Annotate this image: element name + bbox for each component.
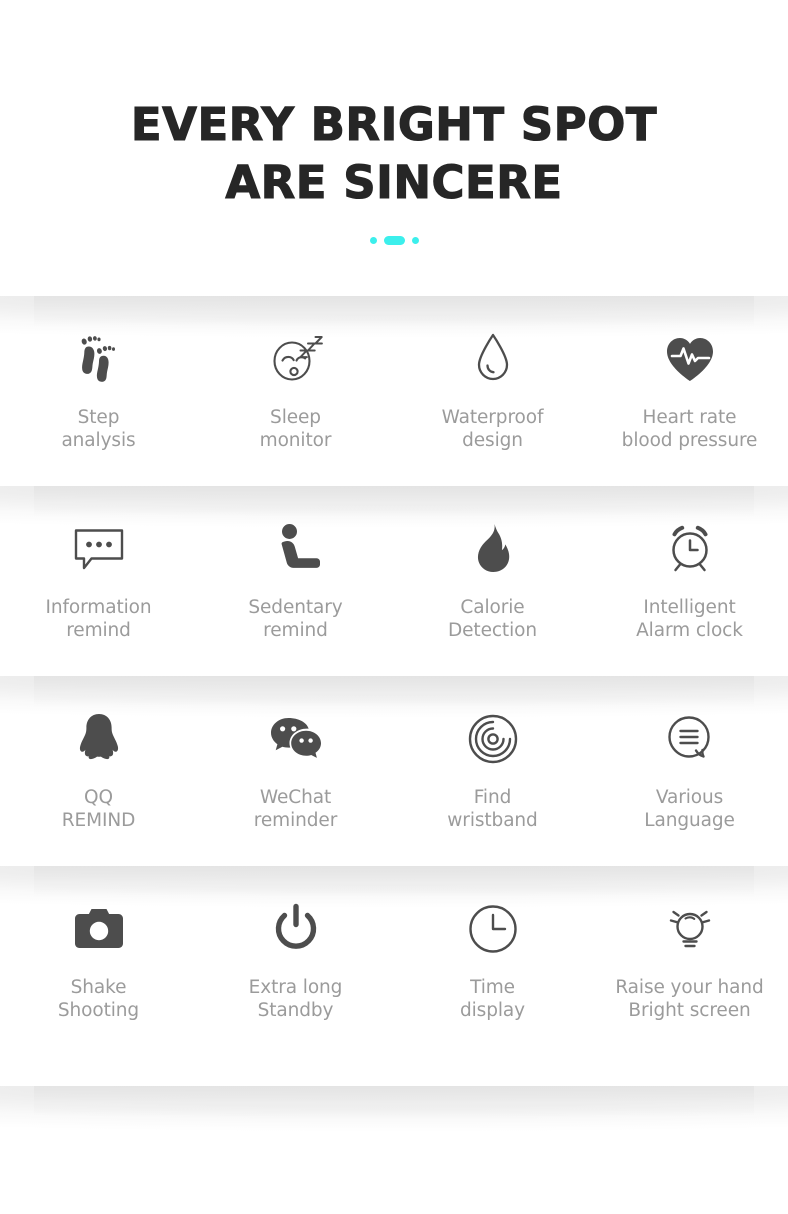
feature-label: Shake Shooting	[57, 977, 140, 1021]
accent-dot-left-icon	[369, 236, 377, 244]
sleeping-face-icon	[267, 328, 325, 390]
bottom-shadow-band	[0, 1086, 788, 1132]
page-title: EVERY BRIGHT SPOT ARE SINCERE	[0, 96, 788, 212]
accent-bar-icon	[383, 235, 405, 245]
water-drop-icon	[473, 328, 513, 390]
feature-cell-various-language[interactable]: Various Language	[591, 708, 788, 832]
feature-row: Information remind Sedentary remind Calo…	[0, 486, 788, 676]
feature-cell-qq-remind[interactable]: QQ REMIND	[0, 708, 197, 832]
hero-section: EVERY BRIGHT SPOT ARE SINCERE	[0, 0, 788, 246]
qq-penguin-icon	[75, 708, 123, 770]
page-title-line-2: ARE SINCERE	[225, 155, 563, 209]
accent-dots-divider	[0, 234, 788, 246]
feature-label: Intelligent Alarm clock	[636, 597, 743, 641]
feature-cell-shake-shooting[interactable]: Shake Shooting	[0, 898, 197, 1022]
feature-label: Extra long Standby	[248, 977, 343, 1021]
radar-target-icon	[466, 708, 520, 770]
feature-cell-wechat-reminder[interactable]: WeChat reminder	[197, 708, 394, 832]
feature-grid: Step analysis Sleep monitor Waterproof d…	[0, 296, 788, 1056]
feature-cell-find-wristband[interactable]: Find wristband	[394, 708, 591, 832]
flame-icon	[473, 518, 513, 580]
feature-label: Step analysis	[61, 407, 136, 451]
feature-label: Raise your hand Bright screen	[615, 977, 764, 1021]
speech-bubble-dots-icon	[71, 518, 127, 580]
speech-bubble-lines-icon	[664, 708, 716, 770]
feature-cell-extra-long-standby[interactable]: Extra long Standby	[197, 898, 394, 1022]
feature-label: Find wristband	[447, 787, 538, 831]
feature-label: Time display	[460, 977, 525, 1021]
feature-label: Waterproof design	[441, 407, 544, 451]
alarm-clock-icon	[663, 518, 717, 580]
feature-label: WeChat reminder	[253, 787, 338, 831]
feature-cell-raise-hand-bright-screen[interactable]: Raise your hand Bright screen	[591, 898, 788, 1022]
light-bulb-icon	[663, 898, 717, 960]
feature-label: QQ REMIND	[61, 787, 136, 831]
feature-cell-intelligent-alarm-clock[interactable]: Intelligent Alarm clock	[591, 518, 788, 642]
feature-cell-heart-rate[interactable]: Heart rate blood pressure	[591, 328, 788, 452]
feature-label: Calorie Detection	[448, 597, 537, 641]
accent-dot-right-icon	[411, 236, 419, 244]
feature-row: Step analysis Sleep monitor Waterproof d…	[0, 296, 788, 486]
camera-icon	[73, 898, 125, 960]
clock-icon	[467, 898, 519, 960]
feature-row: Shake Shooting Extra long Standby Time d…	[0, 866, 788, 1056]
feature-cell-information-remind[interactable]: Information remind	[0, 518, 197, 642]
feature-row: QQ REMIND WeChat reminder Find wristband…	[0, 676, 788, 866]
feature-label: Sleep monitor	[259, 407, 332, 451]
page-title-line-1: EVERY BRIGHT SPOT	[130, 97, 658, 151]
feature-cell-time-display[interactable]: Time display	[394, 898, 591, 1022]
feature-cell-step-analysis[interactable]: Step analysis	[0, 328, 197, 452]
power-icon	[272, 898, 320, 960]
feature-label: Heart rate blood pressure	[621, 407, 758, 451]
footprints-icon	[72, 328, 126, 390]
feature-label: Information remind	[45, 597, 152, 641]
feature-cell-calorie-detection[interactable]: Calorie Detection	[394, 518, 591, 642]
feature-label: Various Language	[644, 787, 735, 831]
feature-label: Sedentary remind	[248, 597, 343, 641]
feature-cell-sedentary-remind[interactable]: Sedentary remind	[197, 518, 394, 642]
sitting-person-icon	[269, 518, 323, 580]
feature-cell-waterproof-design[interactable]: Waterproof design	[394, 328, 591, 452]
feature-cell-sleep-monitor[interactable]: Sleep monitor	[197, 328, 394, 452]
heart-pulse-icon	[664, 328, 716, 390]
wechat-bubbles-icon	[268, 708, 324, 770]
